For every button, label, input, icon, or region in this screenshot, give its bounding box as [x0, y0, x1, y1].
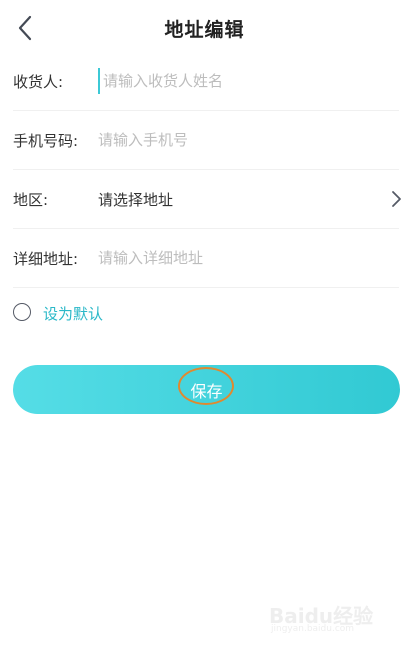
phone-row: 手机号码:: [13, 111, 399, 170]
save-button[interactable]: 保存: [13, 365, 400, 414]
consignee-row: 收货人:: [13, 52, 399, 111]
phone-input[interactable]: [98, 127, 378, 153]
region-row[interactable]: 地区: 请选择地址: [13, 170, 401, 229]
radio-unchecked-icon[interactable]: [13, 303, 31, 321]
page-title: 地址编辑: [164, 19, 245, 41]
baidu-watermark: Baidu经验 jingyan.baidu.com: [269, 598, 389, 638]
save-button-label: 保存: [190, 381, 223, 401]
detail-label: 详细地址:: [13, 250, 79, 268]
default-label[interactable]: 设为默认: [43, 303, 103, 324]
region-label: 地区:: [13, 191, 49, 209]
address-form: 收货人: 手机号码: 地区: 请选择地址 详细地址:: [13, 52, 401, 288]
detail-input[interactable]: [98, 245, 378, 271]
detail-row: 详细地址:: [13, 229, 399, 288]
watermark-sub: jingyan.baidu.com: [271, 624, 355, 634]
phone-label: 手机号码:: [13, 132, 79, 150]
header: 地址编辑: [0, 0, 409, 56]
consignee-label: 收货人:: [13, 73, 64, 91]
region-select[interactable]: 请选择地址: [98, 189, 173, 210]
chevron-right-icon[interactable]: [389, 189, 403, 209]
consignee-input[interactable]: [98, 68, 383, 94]
